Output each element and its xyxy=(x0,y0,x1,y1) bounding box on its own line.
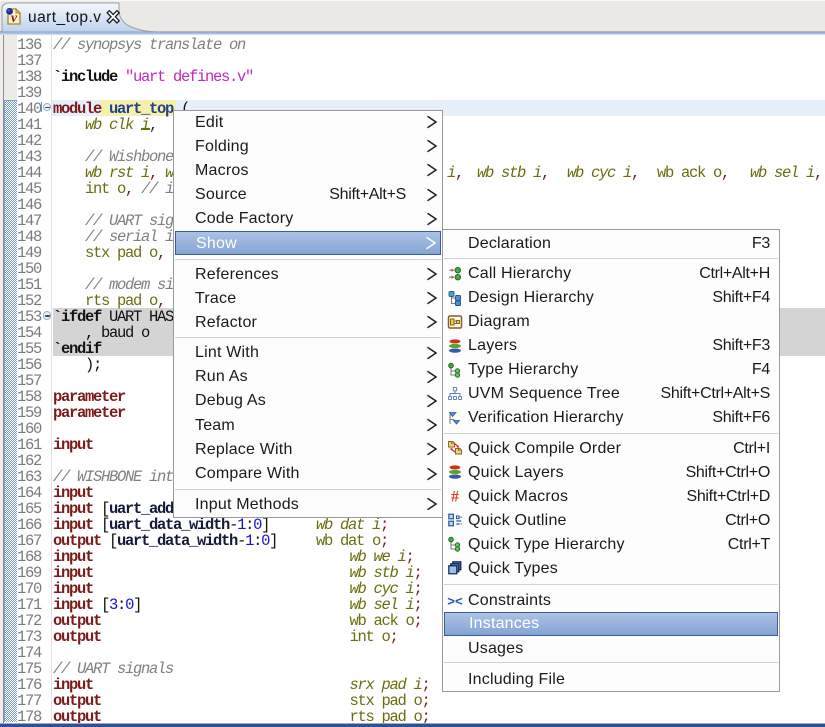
svg-text:#: # xyxy=(451,489,459,505)
svg-text:><: >< xyxy=(447,594,463,609)
